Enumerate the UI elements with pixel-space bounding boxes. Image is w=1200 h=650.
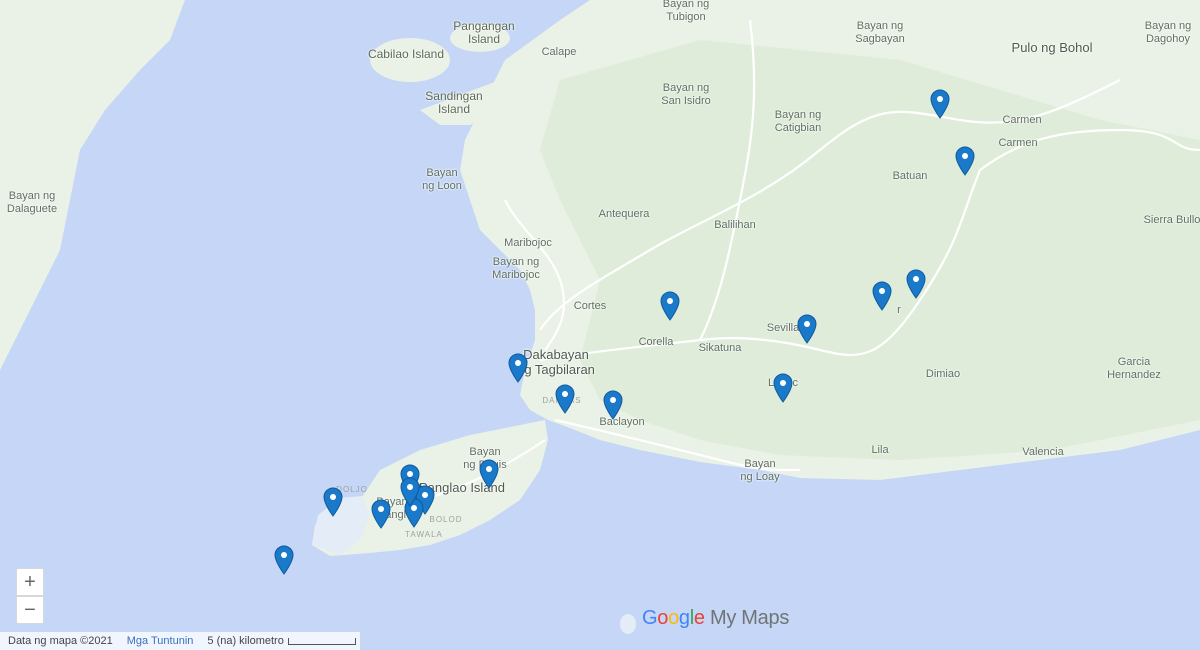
label-dagohoy: Bayan ng Dagohoy — [1144, 20, 1192, 45]
map-pin[interactable] — [772, 373, 794, 403]
label-sierra-bullo: Sierra Bullo — [1143, 214, 1200, 226]
label-balilihan: Balilihan — [714, 219, 756, 231]
map-pin[interactable] — [399, 477, 421, 507]
label-cabilao-island: Cabilao Island — [367, 47, 445, 61]
label-sagbayan: Bayan ng Sagbayan — [855, 20, 905, 45]
map-pin[interactable] — [905, 269, 927, 299]
label-dimiao: Dimiao — [925, 368, 961, 380]
label-loay: Bayan ng Loay — [740, 458, 780, 483]
map-canvas[interactable] — [0, 0, 1200, 650]
label-pangangan-island: Pangangan Island — [453, 19, 515, 46]
label-sikatuna: Sikatuna — [698, 342, 742, 354]
google-my-maps-logo: Google My Maps — [642, 607, 790, 629]
label-pulo-ng-bohol: Pulo ng Bohol — [1011, 40, 1093, 55]
label-carmen-2: Carmen — [998, 137, 1038, 149]
label-calape: Calape — [541, 46, 577, 58]
label-sandingan-island: Sandingan Island — [425, 89, 483, 116]
map-pin[interactable] — [507, 353, 529, 383]
map-pin[interactable] — [659, 291, 681, 321]
label-san-isidro: Bayan ng San Isidro — [661, 82, 711, 107]
map-pin[interactable] — [322, 487, 344, 517]
label-bilar: r — [897, 304, 901, 316]
label-maribojoc: Maribojoc — [504, 237, 552, 249]
label-sevilla: Sevilla — [766, 322, 800, 334]
map-pin[interactable] — [273, 545, 295, 575]
label-cortes: Cortes — [573, 300, 607, 312]
map-pin[interactable] — [796, 314, 818, 344]
map-data-attribution: Data ng mapa ©2021 — [8, 635, 113, 647]
zoom-out-button[interactable]: − — [16, 596, 44, 624]
zoom-in-button[interactable]: + — [16, 568, 44, 596]
scale-bar — [287, 637, 356, 645]
map-pin[interactable] — [871, 281, 893, 311]
label-bayan-maribojoc: Bayan ng Maribojoc — [492, 256, 540, 281]
map-pin[interactable] — [929, 89, 951, 119]
label-lila: Lila — [871, 444, 889, 456]
terms-link[interactable]: Mga Tuntunin — [127, 635, 194, 647]
map-pin[interactable] — [954, 146, 976, 176]
label-carmen-1: Carmen — [1002, 114, 1042, 126]
map-footer: Data ng mapa ©2021 Mga Tuntunin 5 (na) k… — [0, 632, 360, 650]
label-catigbian: Bayan ng Catigbian — [774, 109, 822, 134]
label-garcia-hernandez: Garcia Hernandez — [1107, 356, 1161, 381]
map-pin[interactable] — [370, 499, 392, 529]
label-antequera: Antequera — [598, 208, 650, 220]
label-loon: Bayan ng Loon — [422, 167, 462, 192]
small-island-south — [620, 614, 636, 634]
map-pin[interactable] — [554, 384, 576, 414]
label-tawala: TAWALA — [405, 530, 443, 539]
scale-indicator: 5 (na) kilometro — [207, 635, 356, 647]
label-batuan: Batuan — [892, 170, 928, 182]
label-corella: Corella — [638, 336, 674, 348]
map-pin[interactable] — [478, 459, 500, 489]
label-tubigon: Bayan ng Tubigon — [662, 0, 710, 23]
scale-label: 5 (na) kilometro — [207, 635, 284, 647]
label-valencia: Valencia — [1022, 446, 1064, 458]
map-pin[interactable] — [602, 390, 624, 420]
label-dalaguete: Bayan ng Dalaguete — [6, 190, 58, 215]
